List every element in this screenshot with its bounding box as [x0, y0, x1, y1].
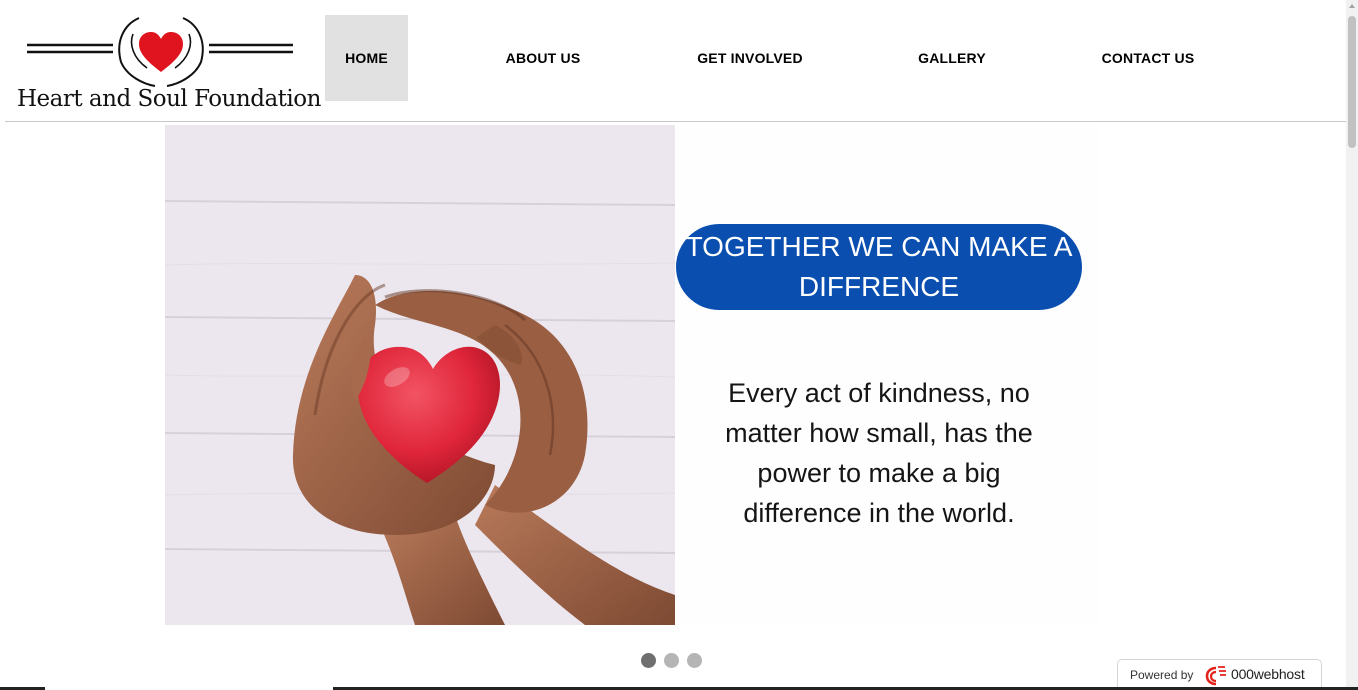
hero-headline-text: TOGETHER WE CAN MAKE A DIFFRENCE: [685, 231, 1073, 302]
nav-home[interactable]: HOME: [325, 15, 408, 101]
webhost-brand: 000webhost: [1231, 666, 1305, 682]
powered-by-badge[interactable]: Powered by 000webhost: [1117, 659, 1322, 690]
hero-photo: [165, 125, 675, 625]
carousel-dot-2[interactable]: [664, 653, 679, 668]
site-logo[interactable]: Heart and Soul Foundation: [15, 14, 321, 118]
hands-heart-logo-icon: [27, 17, 293, 87]
webhost-logo-icon: [1205, 666, 1226, 686]
nav-get-involved[interactable]: GET INVOLVED: [679, 15, 821, 101]
scroll-thumb[interactable]: [1348, 16, 1356, 148]
powered-by-label: Powered by: [1130, 668, 1194, 682]
page-scrollbar[interactable]: [1346, 0, 1358, 690]
carousel-dot-3[interactable]: [687, 653, 702, 668]
logo-text: Heart and Soul Foundation: [17, 86, 321, 112]
hero-headline: TOGETHER WE CAN MAKE A DIFFRENCE: [676, 224, 1082, 310]
nav-contact-us[interactable]: CONTACT US: [1083, 15, 1213, 101]
site-header: Heart and Soul Foundation HOME ABOUT US …: [5, 0, 1346, 122]
hero-slide: TOGETHER WE CAN MAKE A DIFFRENCE Every a…: [165, 125, 1100, 625]
scroll-up-arrow-icon[interactable]: [1349, 4, 1355, 8]
hero-quote: Every act of kindness, no matter how sma…: [725, 378, 1033, 528]
nav-gallery[interactable]: GALLERY: [900, 15, 1004, 101]
nav-about-us[interactable]: ABOUT US: [483, 15, 603, 101]
hero-text-panel: TOGETHER WE CAN MAKE A DIFFRENCE Every a…: [675, 125, 1100, 625]
carousel-dot-1[interactable]: [641, 653, 656, 668]
hands-holding-heart-icon: [165, 125, 675, 625]
